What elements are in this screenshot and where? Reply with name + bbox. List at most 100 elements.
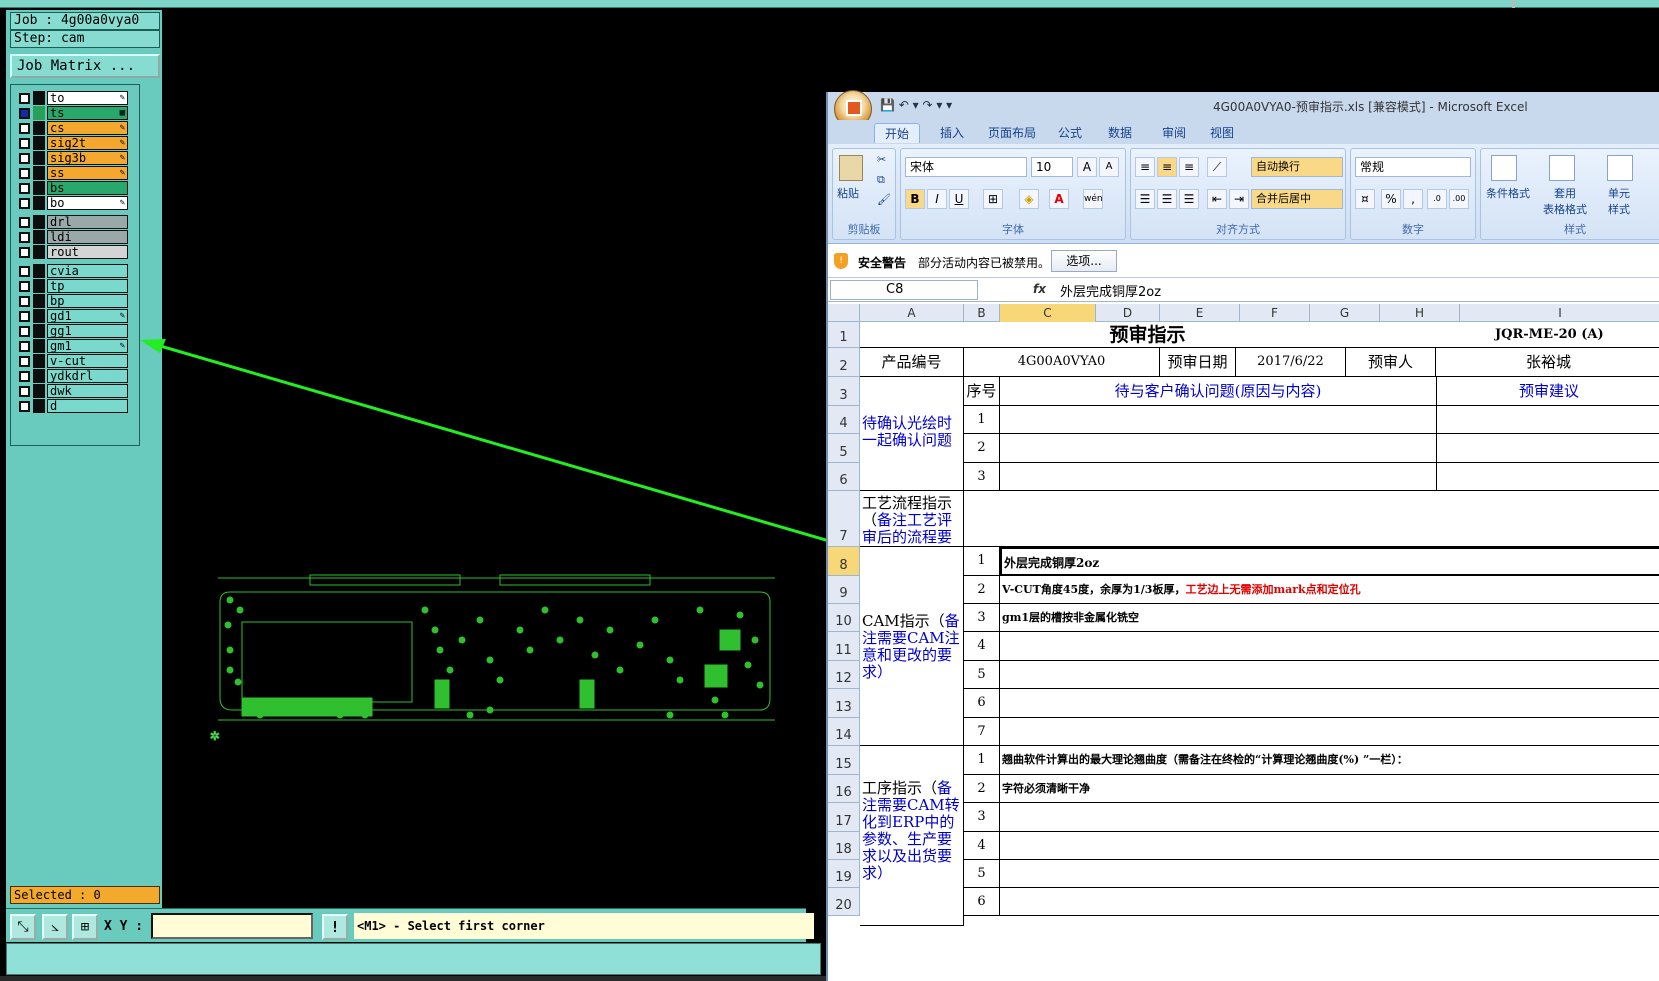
format-painter-icon[interactable]: 🖌 (877, 193, 891, 206)
row-header-9[interactable]: 9 (828, 576, 860, 604)
select-all-corner[interactable] (828, 304, 860, 322)
conditional-format-button[interactable]: 条件格式 (1483, 185, 1533, 201)
work-item-cell[interactable]: 字符必须清晰干净 (1000, 775, 1659, 803)
table-format-button[interactable]: 套用 表格格式 (1537, 185, 1593, 217)
tab-2[interactable]: 页面布局 (978, 123, 1046, 143)
work-label[interactable]: 工序指示（备注需要CAM转化到ERP中的参数、生产要求以及出货要求） (860, 746, 964, 926)
paste-button[interactable]: 粘贴 (837, 185, 859, 201)
row-header-14[interactable]: 14 (828, 718, 860, 746)
layer-checkbox[interactable] (19, 198, 30, 209)
row-header-2[interactable]: 2 (828, 348, 860, 377)
orientation-icon[interactable]: ⟋ (1207, 157, 1227, 177)
align-middle-icon[interactable]: ≡ (1157, 157, 1177, 177)
layer-name[interactable]: bs (47, 181, 128, 195)
layer-checkbox[interactable] (19, 386, 30, 397)
column-header-G[interactable]: G (1310, 304, 1380, 322)
grow-font-icon[interactable]: A (1077, 157, 1097, 177)
row-header-3[interactable]: 3 (828, 377, 860, 406)
work-seq-cell[interactable]: 6 (964, 888, 1000, 916)
issue-cell[interactable] (1000, 406, 1437, 434)
row-header-16[interactable]: 16 (828, 775, 860, 803)
layer-checkbox[interactable] (19, 401, 30, 412)
bold-button[interactable]: B (905, 189, 925, 209)
number-format-select[interactable]: 常规 (1355, 157, 1471, 177)
layer-name[interactable]: drl (47, 215, 128, 229)
layer-name[interactable]: gm1 ✎ (47, 339, 128, 353)
row-header-17[interactable]: 17 (828, 803, 860, 832)
layer-checkbox[interactable] (19, 371, 30, 382)
column-header-F[interactable]: F (1240, 304, 1310, 322)
row-header-11[interactable]: 11 (828, 632, 860, 661)
tab-0[interactable]: 开始 (874, 123, 921, 143)
layer-name[interactable]: cvia (47, 264, 128, 278)
layer-checkbox[interactable] (19, 123, 30, 134)
quick-access-toolbar[interactable]: 💾 ↶ ▾ ↷ ▾ ▾ (880, 98, 952, 112)
fx-icon[interactable]: fx (1033, 282, 1046, 296)
cam-item-cell[interactable] (1000, 632, 1659, 661)
layer-name[interactable]: ts ▦ (47, 106, 128, 120)
layer-checkbox[interactable] (19, 356, 30, 367)
layer-name[interactable]: d (47, 399, 128, 413)
zoom-window-icon[interactable]: ⤡ (10, 914, 36, 940)
advice-cell[interactable] (1437, 463, 1659, 491)
work-item-cell[interactable]: 翘曲软件计算出的最大理论翘曲度（需备注在终检的“计算理论翘曲度(%) ”一栏）： (1000, 746, 1659, 775)
layer-checkbox[interactable] (19, 341, 30, 352)
increase-decimal-icon[interactable]: .0 (1427, 189, 1447, 209)
issue-header[interactable]: 待与客户确认问题(原因与内容) (1000, 377, 1437, 406)
advice-cell[interactable] (1437, 434, 1659, 463)
confirm-issues-label[interactable]: 待确认光绘时一起确认问题 (860, 377, 964, 491)
row-header-13[interactable]: 13 (828, 689, 860, 718)
layer-name[interactable]: cs ✎ (47, 121, 128, 135)
tab-4[interactable]: 数据 (1098, 123, 1142, 143)
row-header-19[interactable]: 19 (828, 860, 860, 888)
decrease-indent-icon[interactable]: ⇤ (1207, 189, 1227, 209)
row-header-18[interactable]: 18 (828, 832, 860, 860)
cam-item-cell[interactable]: 外层完成铜厚2oz (1000, 547, 1659, 576)
row-header-20[interactable]: 20 (828, 888, 860, 916)
layer-name[interactable]: sig2t ✎ (47, 136, 128, 150)
layer-name[interactable]: gd1 ✎ (47, 309, 128, 323)
cell-styles-icon[interactable] (1607, 155, 1633, 181)
cam-item-cell[interactable] (1000, 689, 1659, 718)
align-top-icon[interactable]: ≡ (1135, 157, 1155, 177)
issue-cell[interactable] (1000, 463, 1437, 491)
layer-checkbox[interactable] (19, 296, 30, 307)
sheet-title[interactable]: 预审指示 (860, 322, 1435, 348)
layer-checkbox[interactable] (19, 168, 30, 179)
layer-name[interactable]: gg1 (47, 324, 128, 338)
layer-name[interactable]: tp (47, 279, 128, 293)
column-header-A[interactable]: A (860, 304, 964, 322)
date-value[interactable]: 2017/6/22 (1236, 348, 1346, 377)
layer-checkbox[interactable] (19, 217, 30, 228)
row-header-15[interactable]: 15 (828, 746, 860, 775)
cell-styles-button[interactable]: 单元 样式 (1599, 185, 1639, 217)
wrap-text-button[interactable]: 自动换行 (1251, 157, 1343, 177)
alert-icon[interactable]: ! (322, 914, 348, 940)
name-box[interactable]: C8 (830, 280, 978, 300)
issue-cell[interactable] (1000, 434, 1437, 463)
fill-color-icon[interactable]: ◈ (1019, 189, 1039, 209)
grid-icon[interactable]: ⊞ (72, 914, 98, 940)
layer-checkbox[interactable] (19, 93, 30, 104)
cam-item-cell[interactable] (1000, 661, 1659, 689)
tab-3[interactable]: 公式 (1048, 123, 1092, 143)
column-header-C[interactable]: C (1000, 304, 1096, 322)
layer-name[interactable]: rout (47, 245, 128, 259)
work-seq-cell[interactable]: 4 (964, 832, 1000, 860)
row-header-12[interactable]: 12 (828, 661, 860, 689)
percent-icon[interactable]: % (1381, 189, 1401, 209)
process-label[interactable]: 工艺流程指示（备注工艺评审后的流程要求） (860, 491, 964, 547)
layer-checkbox[interactable] (19, 311, 30, 322)
layer-checkbox[interactable] (19, 138, 30, 149)
increase-indent-icon[interactable]: ⇥ (1229, 189, 1249, 209)
reviewer-label[interactable]: 预审人 (1346, 348, 1436, 377)
border-icon[interactable]: ⊞ (983, 189, 1003, 209)
merge-center-button[interactable]: 合并后居中 (1251, 189, 1343, 209)
font-size-select[interactable]: 10 (1031, 157, 1073, 177)
comma-icon[interactable]: , (1403, 189, 1423, 209)
cam-item-cell[interactable]: gm1层的槽按非金属化铣空 (1000, 604, 1659, 632)
column-header-I[interactable]: I (1460, 304, 1659, 322)
layer-name[interactable]: bo ✎ (47, 196, 128, 210)
cam-item-cell[interactable]: V-CUT角度45度，余厚为1/3板厚，工艺边上无需添加mark点和定位孔 (1000, 576, 1659, 604)
layer-checkbox[interactable] (19, 232, 30, 243)
